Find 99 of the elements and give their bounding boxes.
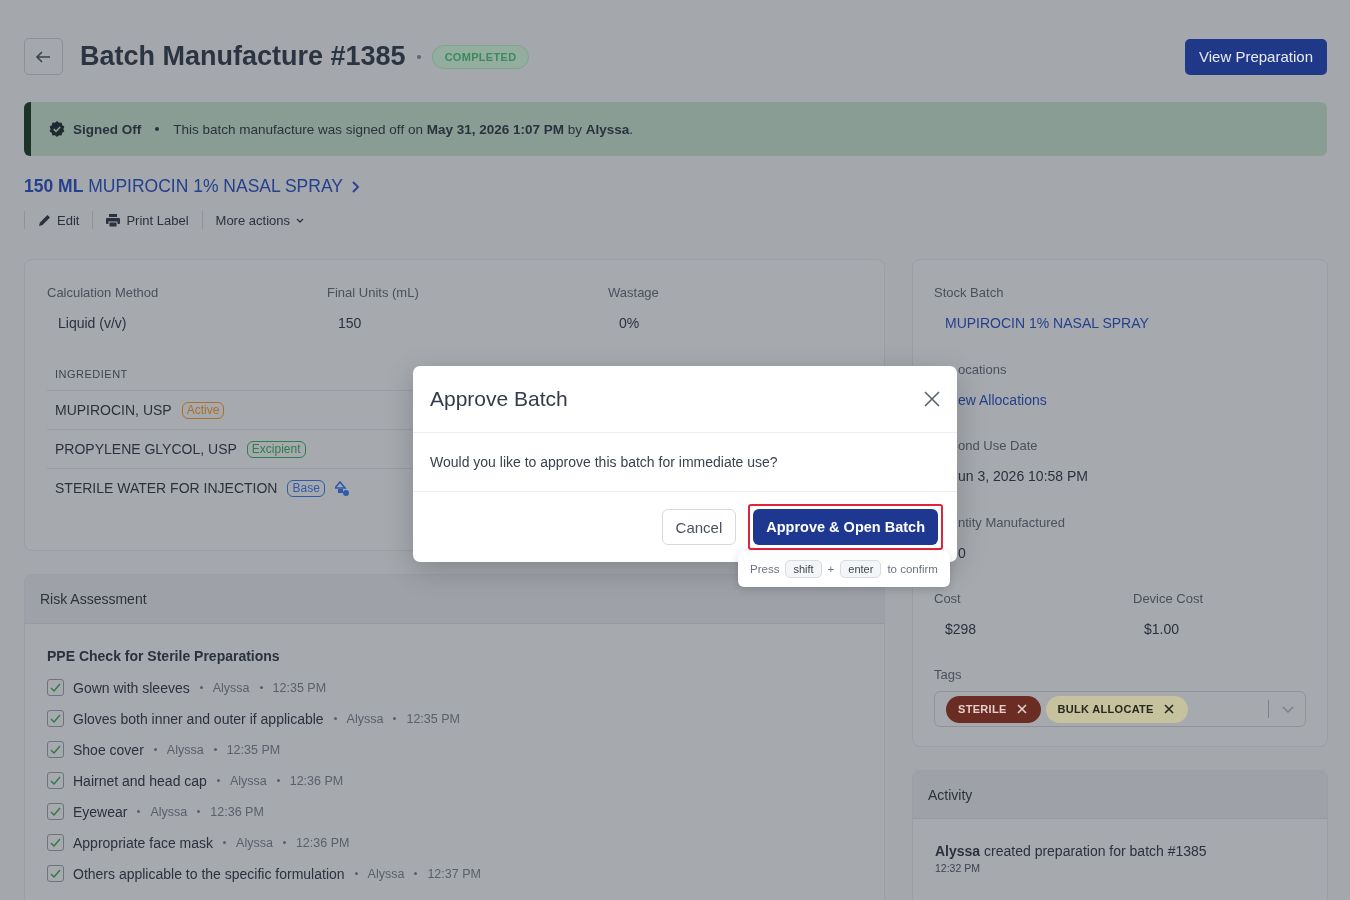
back-arrow-icon bbox=[35, 48, 52, 65]
field-label: Tags bbox=[934, 667, 963, 682]
role-badge: Active bbox=[181, 401, 225, 419]
verified-badge-icon bbox=[49, 121, 65, 137]
checkbox[interactable] bbox=[47, 679, 64, 696]
back-button[interactable] bbox=[24, 38, 63, 75]
field-label: Cost bbox=[934, 591, 962, 606]
role-badge: Excipient bbox=[246, 440, 306, 458]
checkbox[interactable] bbox=[47, 710, 64, 727]
banner-message: This batch manufacture was signed off on May 31, 2026 1:07 PM by Alyssa. bbox=[173, 121, 634, 137]
checked-time: 12:35 PM bbox=[272, 680, 327, 695]
tags-field[interactable]: STERILE BULK ALLOCATE bbox=[934, 691, 1306, 727]
checked-by: Alyssa bbox=[150, 804, 188, 819]
check-icon bbox=[50, 776, 61, 785]
field-label: ond Use Date bbox=[958, 438, 1039, 453]
checkbox[interactable] bbox=[47, 772, 64, 789]
check-icon bbox=[50, 807, 61, 816]
check-icon bbox=[50, 714, 61, 723]
checked-by: Alyssa bbox=[212, 680, 250, 695]
hint-text: Press bbox=[750, 563, 780, 575]
checklist-label: Eyewear bbox=[73, 803, 128, 820]
plus-sign: + bbox=[827, 563, 835, 575]
page-title: Batch Manufacture #1385 bbox=[80, 41, 406, 72]
checked-by: Alyssa bbox=[229, 773, 267, 788]
field-label: Final Units (mL) bbox=[327, 285, 420, 300]
print-button[interactable]: Print Label bbox=[93, 210, 202, 230]
checked-time: 12:35 PM bbox=[406, 711, 460, 726]
more-actions-menu[interactable]: More actions bbox=[202, 210, 317, 230]
checked-by: Alyssa bbox=[367, 866, 405, 881]
flask-icon bbox=[334, 480, 350, 496]
cancel-button[interactable]: Cancel bbox=[661, 509, 737, 545]
checklist-label: Gloves both inner and outer if applicable bbox=[73, 710, 324, 727]
column-header: INGREDIENT bbox=[47, 368, 413, 391]
field-value: 0 bbox=[958, 544, 967, 561]
field-label: ntity Manufactured bbox=[958, 514, 1066, 530]
checked-time: 12:37 PM bbox=[427, 866, 481, 881]
activity-text: Alyssa created preparation for batch #1385 bbox=[935, 843, 1208, 859]
checkbox[interactable] bbox=[47, 741, 64, 758]
checked-time: 12:36 PM bbox=[210, 804, 264, 819]
field-value: $298 bbox=[945, 621, 978, 637]
remove-icon[interactable] bbox=[1163, 704, 1174, 714]
value-link[interactable]: ew Allocations bbox=[958, 391, 1306, 408]
field-label: Stock Batch bbox=[934, 285, 1005, 300]
dialog-title: Approve Batch bbox=[430, 387, 568, 411]
checklist-label: Gown with sleeves bbox=[73, 679, 190, 696]
field-label: Wastage bbox=[608, 285, 660, 300]
chevron-down-icon bbox=[1282, 705, 1294, 713]
checked-time: 12:36 PM bbox=[295, 835, 350, 850]
checklist-label: Others applicable to the specific formulation bbox=[73, 865, 345, 882]
checked-time: 12:35 PM bbox=[226, 742, 281, 757]
check-icon bbox=[50, 745, 61, 754]
tag-chip: STERILE bbox=[946, 695, 1041, 723]
close-button[interactable] bbox=[924, 391, 940, 407]
ingredient-name: STERILE WATER FOR INJECTION bbox=[55, 480, 278, 496]
dialog-message: Would you like to approve this batch for immediate use? bbox=[430, 454, 778, 470]
field-value: $1.00 bbox=[1144, 621, 1181, 637]
checkbox[interactable] bbox=[47, 865, 64, 882]
close-icon bbox=[924, 391, 940, 407]
field-value: un 3, 2026 10:58 PM bbox=[958, 468, 1089, 484]
view-preparation-button[interactable]: View Preparation bbox=[1185, 38, 1327, 75]
hint-text: to confirm bbox=[887, 563, 938, 575]
check-icon bbox=[50, 838, 61, 847]
checkbox[interactable] bbox=[47, 834, 64, 851]
card-title: Activity bbox=[928, 786, 973, 803]
field-label: Calculation Method bbox=[47, 285, 160, 300]
caret-icon bbox=[296, 217, 304, 223]
ingredient-name: PROPYLENE GLYCOL, USP bbox=[55, 441, 237, 457]
product-link[interactable]: 150 ML MUPIROCIN 1% NASAL SPRAY bbox=[24, 176, 360, 197]
chevron-right-icon bbox=[351, 180, 360, 193]
approve-button[interactable]: Approve & Open Batch bbox=[753, 509, 938, 545]
field-label: ocations bbox=[958, 361, 1008, 377]
checkbox[interactable] bbox=[47, 803, 64, 820]
role-badge: Base bbox=[287, 479, 325, 497]
checklist-label: Shoe cover bbox=[73, 741, 144, 758]
banner-title: Signed Off bbox=[73, 121, 142, 137]
key-cap: enter bbox=[840, 560, 882, 578]
section-title: PPE Check for Sterile Preparations bbox=[47, 648, 281, 664]
field-label: Device Cost bbox=[1133, 591, 1205, 606]
checklist-label: Hairnet and head cap bbox=[73, 772, 207, 789]
value-link[interactable]: MUPIROCIN 1% NASAL SPRAY bbox=[945, 315, 1306, 331]
field-value: Liquid (v/v) bbox=[58, 315, 128, 331]
field-value: 0% bbox=[619, 315, 641, 331]
checked-by: Alyssa bbox=[346, 711, 384, 726]
tag-chip: BULK ALLOCATE bbox=[1045, 695, 1188, 723]
status-badge: COMPLETED bbox=[431, 44, 530, 69]
checklist-label: Appropriate face mask bbox=[73, 834, 214, 851]
key-cap: shift bbox=[785, 560, 822, 578]
field-value: 150 bbox=[338, 315, 363, 331]
check-icon bbox=[50, 869, 61, 878]
checked-by: Alyssa bbox=[166, 742, 204, 757]
edit-button[interactable]: Edit bbox=[25, 210, 93, 230]
activity-time: 12:32 PM bbox=[935, 862, 981, 874]
checked-time: 12:36 PM bbox=[289, 773, 344, 788]
printer-icon bbox=[106, 213, 121, 227]
checked-by: Alyssa bbox=[236, 835, 273, 850]
card-title: Risk Assessment bbox=[40, 591, 147, 607]
ingredient-name: MUPIROCIN, USP bbox=[55, 402, 172, 418]
check-icon bbox=[50, 683, 61, 692]
pencil-icon bbox=[38, 213, 51, 227]
